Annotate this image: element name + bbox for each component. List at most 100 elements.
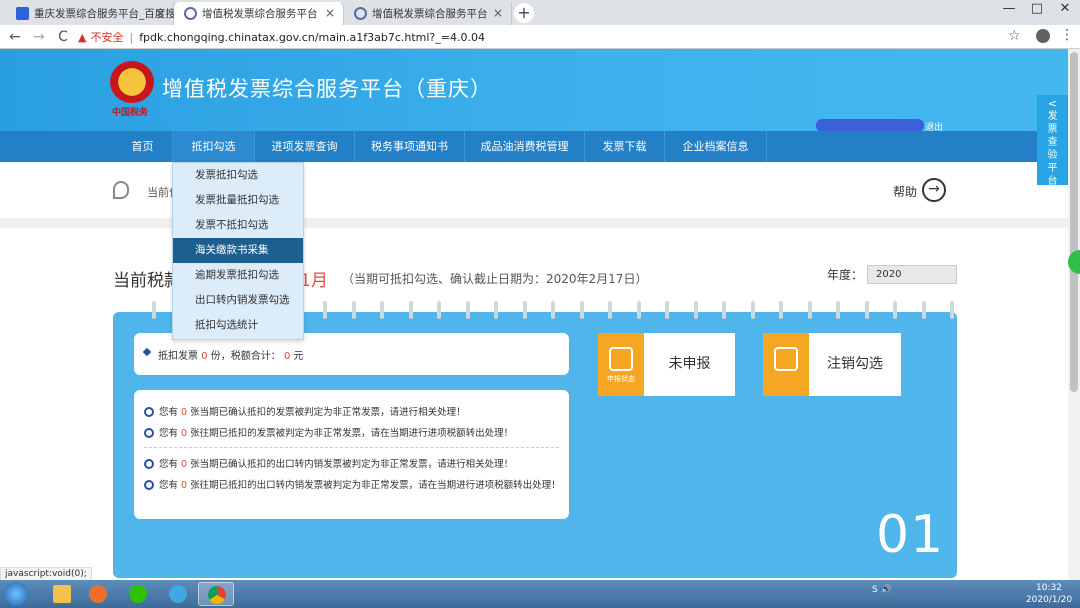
- period-month: 1月: [300, 271, 328, 291]
- binder-ring: [693, 301, 698, 319]
- binder-ring: [950, 301, 954, 319]
- browser-tab-baidu[interactable]: 重庆发票综合服务平台_百度搜索 ×: [6, 2, 186, 25]
- binder-ring: [465, 301, 470, 319]
- nav-item-home[interactable]: 首页: [113, 131, 173, 162]
- notice-count: 0: [181, 480, 188, 491]
- binder-ring: [437, 301, 441, 319]
- insecure-label: 不安全: [90, 31, 124, 44]
- dashed-divider: [144, 447, 559, 448]
- arrow-circle-icon[interactable]: →: [922, 178, 946, 202]
- binder-ring: [579, 301, 584, 319]
- window-close-button[interactable]: ✕: [1051, 0, 1079, 20]
- start-button-icon[interactable]: [4, 582, 28, 606]
- taskbar-explorer[interactable]: [44, 582, 80, 606]
- taskbar-wechat[interactable]: [120, 582, 156, 606]
- help-link[interactable]: 帮助: [893, 183, 917, 200]
- notice-count: 0: [181, 428, 188, 439]
- cancel-selection-tile[interactable]: 注销勾选: [763, 333, 901, 396]
- binder-ring: [779, 301, 783, 319]
- menu-item-invoice-deduction[interactable]: 发票抵扣勾选: [173, 163, 303, 188]
- binder-ring: [494, 301, 498, 319]
- abnormal-invoice-notices: 您有 0 张当期已确认抵扣的发票被判定为非正常发票，请进行相关处理！ 您有 0 …: [134, 390, 569, 519]
- period-deadline-note: （当期可抵扣勾选、确认截止日期为：2020年2月17日）: [342, 272, 648, 286]
- minimize-button[interactable]: —: [995, 0, 1023, 20]
- binder-ring: [836, 301, 840, 319]
- user-status-icon: [609, 347, 633, 371]
- notice-item: 您有 0 张往期已抵扣的出口转内销发票被判定为非正常发票，请在当期进行进项税额转…: [144, 479, 564, 492]
- nav-item-invoice-download[interactable]: 发票下载: [585, 131, 665, 162]
- binder-ring: [722, 301, 726, 319]
- summary-suffix: 元: [293, 351, 304, 362]
- taskbar-chrome[interactable]: [198, 582, 234, 606]
- invoice-verify-label: 发票查验平台: [1047, 111, 1058, 187]
- menu-item-deduction-stats[interactable]: 抵扣勾选统计: [173, 313, 303, 338]
- globe-icon: [184, 7, 197, 20]
- declaration-status-tile[interactable]: 申报状态 未申报: [598, 333, 735, 396]
- calendar-day-number: 01: [876, 505, 945, 565]
- nav-item-deduction-selection[interactable]: 抵扣勾选: [173, 131, 255, 162]
- binder-ring: [408, 301, 413, 319]
- close-icon[interactable]: ×: [155, 6, 165, 20]
- period-label: 当前税款: [113, 271, 181, 291]
- nav-item-oil-tax[interactable]: 成品油消费税管理: [465, 131, 585, 162]
- forward-arrow-icon[interactable]: →: [30, 27, 48, 47]
- bookmark-star-icon[interactable]: ☆: [1008, 28, 1021, 44]
- scrollbar-thumb[interactable]: [1070, 52, 1078, 392]
- media-player-icon: [89, 585, 107, 603]
- taskbar-clock[interactable]: 10:32 2020/1/20: [1022, 582, 1076, 606]
- address-bar: ← → C ▲ 不安全 | fpdk.chongqing.chinatax.go…: [0, 25, 1080, 49]
- browser-tab-platform[interactable]: 增值税发票综合服务平台 ×: [344, 2, 512, 25]
- notice-text: 张往期已抵扣的发票被判定为非正常发票，请在当期进行进项税额转出处理！: [190, 428, 514, 439]
- summary-count: 0: [201, 351, 208, 362]
- system-tray[interactable]: S 🔊: [872, 585, 892, 595]
- notice-prefix: 您有: [159, 459, 179, 470]
- tab-title: 增值税发票综合服务平台: [202, 8, 318, 20]
- binder-ring: [351, 301, 356, 319]
- url-text: fpdk.chongqing.chinatax.gov.cn/main.a1f3…: [139, 30, 485, 44]
- close-icon[interactable]: ×: [493, 6, 503, 20]
- folder-icon: [53, 585, 71, 603]
- cancel-icon-box: [763, 333, 809, 396]
- menu-item-non-deduction[interactable]: 发票不抵扣勾选: [173, 213, 303, 238]
- taskbar-ie[interactable]: [160, 582, 196, 606]
- url-input[interactable]: ▲ 不安全 | fpdk.chongqing.chinatax.gov.cn/m…: [78, 27, 1028, 47]
- taskbar-media[interactable]: [80, 582, 116, 606]
- new-tab-button[interactable]: +: [514, 3, 534, 23]
- profile-avatar-icon[interactable]: [1036, 29, 1050, 43]
- declaration-icon-caption: 申报状态: [607, 375, 635, 383]
- windows-taskbar: [0, 580, 1080, 608]
- nav-item-tax-notice[interactable]: 税务事项通知书: [355, 131, 465, 162]
- back-arrow-icon[interactable]: ←: [6, 27, 24, 47]
- binder-ring: [608, 301, 612, 319]
- browser-menu-icon[interactable]: ⋮: [1060, 27, 1074, 43]
- clock-time: 10:32: [1036, 583, 1062, 593]
- notice-prefix: 您有: [159, 407, 179, 418]
- invoice-verify-float[interactable]: < 发票查验平台: [1037, 95, 1068, 187]
- nav-item-input-invoice-query[interactable]: 进项发票查询: [255, 131, 355, 162]
- reload-icon[interactable]: C: [54, 27, 72, 47]
- close-icon[interactable]: ×: [325, 6, 335, 20]
- notice-prefix: 您有: [159, 428, 179, 439]
- menu-item-batch-deduction[interactable]: 发票批量抵扣勾选: [173, 188, 303, 213]
- menu-item-customs-payment[interactable]: 海关缴款书采集: [173, 238, 303, 263]
- clock-date: 2020/1/20: [1025, 595, 1073, 605]
- circle-bullet-icon: [144, 428, 154, 438]
- menu-item-overdue-deduction[interactable]: 逾期发票抵扣勾选: [173, 263, 303, 288]
- binder-ring: [323, 301, 327, 319]
- binder-ring: [864, 301, 869, 319]
- menu-item-export-to-domestic[interactable]: 出口转内销发票勾选: [173, 288, 303, 313]
- notice-prefix: 您有: [159, 480, 179, 491]
- nav-item-company-profile[interactable]: 企业档案信息: [665, 131, 767, 162]
- browser-tab-platform-active[interactable]: 增值税发票综合服务平台 ×: [174, 2, 344, 25]
- summary-prefix: 抵扣发票: [158, 351, 198, 362]
- notice-text: 张往期已抵扣的出口转内销发票被判定为非正常发票，请在当期进行进项税额转出处理！: [190, 480, 561, 491]
- url-separator: |: [129, 30, 134, 44]
- notice-count: 0: [181, 407, 188, 418]
- warning-triangle-icon: ▲: [78, 30, 87, 44]
- declaration-icon-box: 申报状态: [598, 333, 644, 396]
- year-select[interactable]: 2020: [867, 265, 957, 284]
- binder-ring: [380, 301, 384, 319]
- chrome-icon: [208, 586, 226, 604]
- maximize-button[interactable]: □: [1023, 0, 1051, 20]
- tab-title: 增值税发票综合服务平台: [372, 8, 488, 20]
